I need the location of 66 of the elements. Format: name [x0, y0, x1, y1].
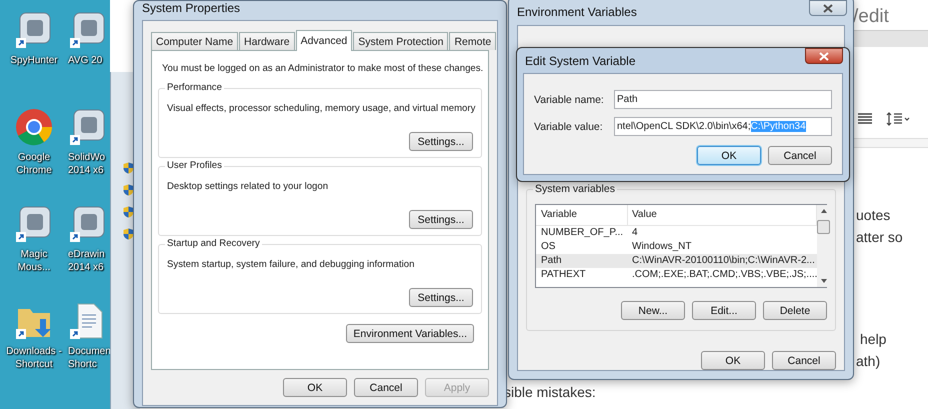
dialog-button[interactable]: Cancel [772, 351, 836, 370]
table-cell-text: PATHEXT [540, 268, 587, 282]
scrollbar[interactable] [817, 205, 830, 287]
field-label: Variable name: [534, 94, 605, 106]
settings-button[interactable]: Settings... [409, 210, 473, 229]
close-icon [823, 4, 833, 12]
settings-button[interactable]: Settings... [409, 132, 473, 151]
input-field[interactable]: ntel\OpenCL SDK\2.0\bin\x64;C:\Python34 [614, 117, 832, 136]
close-button[interactable] [809, 0, 847, 16]
shield-icon [123, 206, 134, 218]
window-title: Edit System Variable [525, 54, 636, 68]
table-cell-text: C:\WinAVR-20100110\bin;C:\WinAVR-2... [631, 254, 816, 268]
table-cell-text: NUMBER_OF_P... [540, 226, 624, 240]
scroll-down-icon[interactable] [820, 278, 828, 284]
dialog-button[interactable]: OK [697, 146, 761, 165]
dialog-button[interactable]: OK [701, 351, 765, 370]
shield-icon [123, 184, 134, 196]
variable-button[interactable]: Edit... [692, 301, 756, 320]
tab[interactable]: System Protection [353, 32, 448, 50]
window-title: Environment Variables [517, 5, 637, 19]
close-icon [819, 52, 829, 60]
align-justify-icon[interactable] [858, 113, 872, 125]
group-title: Startup and Recovery [165, 238, 262, 249]
tab[interactable]: Hardware [239, 32, 295, 50]
environment-variables-button[interactable]: Environment Variables... [346, 324, 474, 343]
scrollbar-thumb[interactable] [817, 220, 830, 234]
variable-button[interactable]: Delete [763, 301, 827, 320]
group-title: User Profiles [165, 160, 224, 171]
tab[interactable]: Remote [449, 32, 496, 50]
document-text: help [860, 330, 888, 348]
settings-button[interactable]: Settings... [409, 288, 473, 307]
group-description: Desktop settings related to your logon [167, 181, 328, 192]
input-field[interactable]: Path [614, 90, 832, 109]
table-row[interactable]: OS Windows_NT [536, 240, 818, 254]
shield-icon [123, 162, 134, 174]
group-title: System variables [533, 183, 617, 195]
table-row[interactable]: PATHEXT .COM;.EXE;.BAT;.CMD;.VBS;.VBE;.JS;.... [536, 268, 818, 282]
variable-button[interactable]: New... [621, 301, 685, 320]
table-cell-text: Windows_NT [631, 240, 692, 254]
document-text: uotes [856, 206, 892, 224]
shield-icon [123, 228, 134, 240]
group-title: Performance [165, 82, 224, 93]
scroll-up-icon[interactable] [820, 208, 828, 214]
browser-icon[interactable] [14, 107, 54, 147]
tab[interactable]: Advanced [296, 30, 352, 51]
tab[interactable]: Computer Name [151, 32, 238, 50]
group-description: Visual effects, processor scheduling, memory usage, and virtual memory [167, 103, 476, 114]
address-text: /edit [853, 6, 889, 28]
table-cell-text: 4 [631, 226, 639, 240]
document-text: atter so [856, 228, 903, 246]
field-label: Variable value: [534, 120, 604, 132]
group-description: System startup, system failure, and debugging information [167, 259, 414, 270]
document-text: ath) [856, 352, 882, 370]
column-header[interactable]: Variable [536, 205, 628, 225]
line-spacing-icon[interactable] [886, 112, 910, 126]
table-cell-text: OS [540, 240, 556, 254]
close-button[interactable] [805, 48, 843, 64]
table-row[interactable]: NUMBER_OF_P... 4 [536, 226, 818, 240]
window-title: System Properties [142, 1, 240, 15]
dialog-button[interactable]: Cancel [768, 146, 832, 165]
table-cell-text: Path [540, 254, 563, 268]
dialog-button[interactable]: OK [283, 378, 347, 397]
notice-text: You must be logged on as an Administrator to make most of these changes. [162, 63, 484, 74]
dialog-button[interactable]: Cancel [354, 378, 418, 397]
table-cell-text: .COM;.EXE;.BAT;.CMD;.VBS;.VBE;.JS;.... [631, 268, 818, 282]
table-row[interactable]: Path C:\WinAVR-20100110\bin;C:\WinAVR-2... [536, 254, 818, 268]
